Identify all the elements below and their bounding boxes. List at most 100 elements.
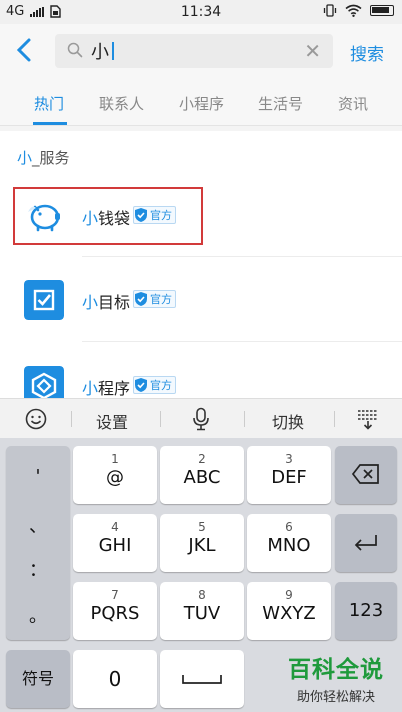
active-tab-indicator [33,122,67,125]
checkbox-icon [24,280,64,320]
symbol-button[interactable]: 符号 [6,650,70,708]
clear-search-button[interactable]: ✕ [304,41,321,61]
result-tabs: 热门 联系人 小程序 生活号 资讯 [0,80,402,126]
space-button[interactable] [160,650,244,708]
key-letters: ABC [183,467,221,488]
key-8[interactable]: 8 TUV [160,582,244,640]
key-letters: WXYZ [262,603,316,624]
divider [82,256,402,257]
tab-mini-programs[interactable]: 小程序 [179,93,224,114]
official-badge: 官方 [133,376,177,394]
tab-life-accounts[interactable]: 生活号 [258,93,303,114]
search-input[interactable] [91,39,291,63]
enter-button[interactable] [335,514,397,572]
shield-check-icon [135,378,148,392]
punct-key[interactable]: ： [6,556,70,582]
search-header: ✕ 搜索 [0,24,402,80]
punct-key[interactable]: 。 [6,602,70,628]
search-button[interactable]: 搜索 [350,40,384,65]
result-name-rest: 目标 [98,293,131,312]
result-item-xiaochengxu[interactable]: 小程序 官方 [0,351,402,398]
backspace-button[interactable] [335,446,397,504]
key-9[interactable]: 9 WXYZ [247,582,331,640]
result-name: 小目标 官方 [82,289,177,313]
key-4[interactable]: 4 GHI [73,514,157,572]
key-letters: @ [106,467,124,488]
microphone-icon[interactable] [192,407,210,431]
mini-program-icon [24,366,64,398]
number-mode-label: 123 [348,600,384,621]
tab-contacts[interactable]: 联系人 [99,93,144,114]
watermark-logo: 百科全说 助你轻松解决 [276,650,396,705]
symbol-label: 符号 [21,669,54,688]
search-icon [67,42,83,58]
back-button[interactable] [14,36,44,66]
key-letters: DEF [271,467,307,488]
key-0[interactable]: 0 [73,650,157,708]
tab-hot[interactable]: 热门 [34,93,64,114]
punct-key[interactable]: ' [6,466,70,487]
toolbar-divider [71,411,72,427]
key-2[interactable]: 2 ABC [160,446,244,504]
search-results: 小_服务 小钱袋 官方 小目标 官方 小程序 官方 [0,131,402,398]
badge-text: 官方 [150,293,173,306]
wifi-icon [345,4,362,17]
divider [82,341,402,342]
key-letters: JKL [188,535,216,556]
enter-icon [354,535,377,551]
key-number: 8 [198,588,206,602]
key-5[interactable]: 5 JKL [160,514,244,572]
tab-news[interactable]: 资讯 [338,93,368,114]
punct-key[interactable]: 、 [6,512,70,538]
key-number: 3 [285,452,293,466]
section-title-highlight: 小 [17,149,33,167]
key-letters: PQRS [90,603,140,624]
key-number: 7 [111,588,119,602]
backspace-icon [351,464,379,484]
toolbar-divider [244,411,245,427]
key-number: 9 [285,588,293,602]
vibrate-icon [323,4,337,17]
status-bar: 4G 11:34 [0,0,402,24]
keyboard-settings-button[interactable]: 设置 [96,409,128,433]
result-name-highlight: 小 [82,293,99,312]
annotation-highlight-box [13,187,203,245]
watermark-title: 百科全说 [288,657,384,683]
watermark-subtitle: 助你轻松解决 [296,690,375,705]
key-number: 4 [111,520,119,534]
search-box[interactable]: ✕ [55,34,333,68]
status-right [323,4,394,17]
keyboard-toolbar: 设置 切换 [0,398,402,438]
key-1[interactable]: 1 @ [73,446,157,504]
space-icon [182,675,222,684]
key-letters: GHI [98,535,132,556]
key-3[interactable]: 3 DEF [247,446,331,504]
result-name-rest: 程序 [98,379,131,398]
key-number: 6 [285,520,293,534]
text-caret [112,42,114,60]
key-number: 2 [198,452,206,466]
toolbar-divider [160,411,161,427]
badge-text: 官方 [150,379,173,392]
section-title-rest: _服务 [32,149,70,167]
official-badge: 官方 [133,290,177,308]
hide-keyboard-icon[interactable] [356,408,380,430]
key-number: 1 [111,452,119,466]
shield-check-icon [135,292,148,306]
key-zero-label: 0 [108,667,122,691]
result-item-xiaomubiao[interactable]: 小目标 官方 [0,265,402,335]
battery-icon [370,5,394,16]
section-title: 小_服务 [17,147,70,168]
number-mode-button[interactable]: 123 [335,582,397,640]
punctuation-column: ' 、 ： 。 [6,446,70,640]
key-6[interactable]: 6 MNO [247,514,331,572]
keyboard-switch-button[interactable]: 切换 [272,409,304,433]
key-number: 5 [198,520,206,534]
result-name-highlight: 小 [82,379,99,398]
emoji-icon[interactable] [25,408,47,430]
toolbar-divider [334,411,335,427]
chevron-left-icon [16,38,31,62]
result-name: 小程序 官方 [82,375,177,398]
key-7[interactable]: 7 PQRS [73,582,157,640]
key-letters: TUV [183,603,221,624]
